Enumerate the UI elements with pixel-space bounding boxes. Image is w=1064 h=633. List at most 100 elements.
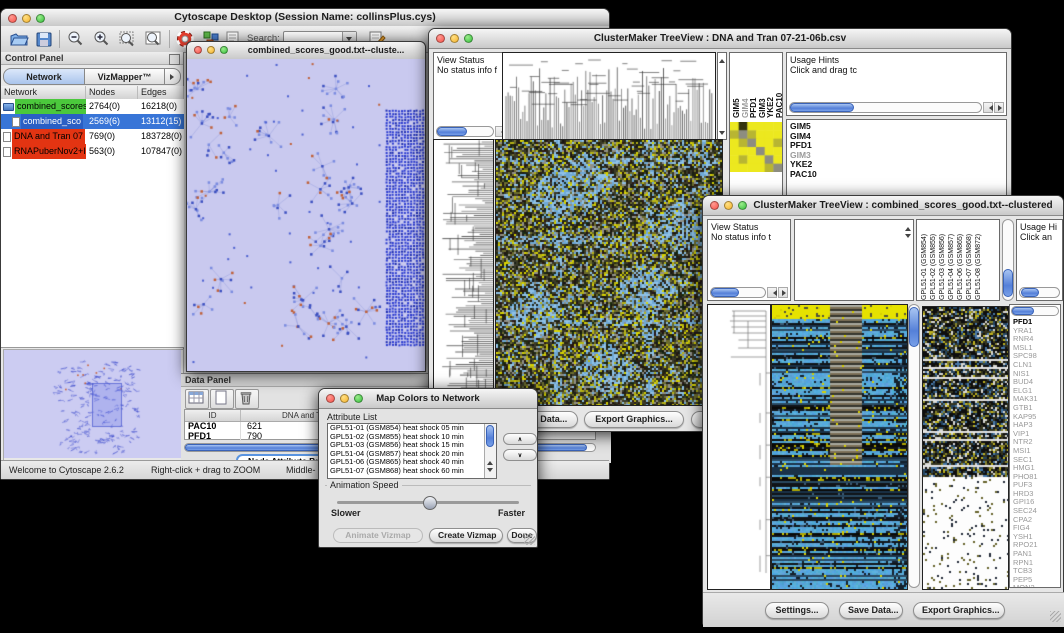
tab-vizmapper[interactable]: VizMapper™ bbox=[85, 68, 165, 85]
column-label[interactable]: YKE2 bbox=[766, 54, 775, 118]
main-heatmap[interactable] bbox=[771, 304, 908, 590]
treeview-button[interactable]: Save Data... bbox=[839, 602, 903, 619]
close-icon[interactable] bbox=[194, 46, 202, 54]
network-row[interactable]: RNAPuberNov2+I 563(0) 107847(0) bbox=[1, 144, 184, 159]
network-overview-canvas[interactable] bbox=[4, 350, 181, 458]
heatmap-vscrollbar[interactable] bbox=[908, 304, 920, 588]
scroll-down-icon[interactable] bbox=[719, 131, 725, 138]
zoom-window-icon[interactable] bbox=[354, 394, 363, 403]
column-dendrogram-area[interactable] bbox=[794, 219, 914, 301]
dendrogram-scroll-strip[interactable] bbox=[717, 52, 727, 140]
save-icon[interactable] bbox=[34, 29, 54, 49]
column-label[interactable]: GIM3 bbox=[758, 54, 767, 118]
column-network[interactable]: Network bbox=[1, 86, 86, 99]
usage-hints-scrollbar[interactable] bbox=[789, 102, 1004, 113]
tab-network[interactable]: Network bbox=[3, 68, 85, 85]
row-dendrogram[interactable] bbox=[433, 139, 494, 406]
column-label[interactable]: GPL51-07 (GSM868) bbox=[965, 220, 974, 300]
create-vizmap-button[interactable]: Create Vizmap bbox=[429, 528, 503, 543]
zoom-window-icon[interactable] bbox=[464, 34, 473, 43]
close-icon[interactable] bbox=[710, 201, 719, 210]
scroll-thumb[interactable] bbox=[711, 288, 739, 297]
column-label[interactable]: GPL51-02 (GSM855) bbox=[929, 220, 938, 300]
usage-hints-scrollbar[interactable] bbox=[1019, 287, 1060, 298]
resize-grip[interactable] bbox=[524, 534, 535, 545]
zoom-out-icon[interactable] bbox=[65, 29, 85, 49]
move-up-button[interactable]: ∧ bbox=[503, 433, 537, 445]
network-view-titlebar[interactable]: combined_scores_good.txt--cluste... bbox=[187, 42, 425, 60]
network-row[interactable]: combined_scores 2764(0) 16218(0) bbox=[1, 99, 184, 114]
row-label[interactable]: GIM5 bbox=[790, 122, 1006, 132]
attribute-select-button[interactable] bbox=[185, 389, 209, 409]
treeview-button[interactable]: Export Graphics... bbox=[584, 411, 684, 428]
new-attribute-button[interactable] bbox=[210, 389, 234, 409]
column-label[interactable]: PFD1 bbox=[749, 54, 758, 118]
row-label[interactable]: GIM4 bbox=[790, 132, 1006, 142]
scroll-up-icon[interactable] bbox=[487, 458, 493, 465]
row-label[interactable]: PFD1 bbox=[790, 141, 1006, 151]
zoom-window-icon[interactable] bbox=[738, 201, 747, 210]
main-titlebar[interactable]: Cytoscape Desktop (Session Name: collins… bbox=[1, 9, 609, 27]
scroll-thumb[interactable] bbox=[486, 425, 494, 447]
network-overview[interactable] bbox=[3, 349, 184, 461]
scroll-right-button[interactable] bbox=[994, 102, 1004, 113]
zoom-window-icon[interactable] bbox=[36, 14, 45, 23]
global-heatmap[interactable] bbox=[922, 306, 1009, 590]
scroll-thumb[interactable] bbox=[437, 127, 467, 136]
column-label[interactable]: GIM5 bbox=[732, 54, 741, 118]
view-status-scrollbar[interactable] bbox=[710, 287, 788, 298]
scroll-up-icon[interactable] bbox=[905, 224, 911, 231]
network-canvas[interactable] bbox=[187, 59, 425, 371]
move-down-button[interactable]: ∨ bbox=[503, 449, 537, 461]
scroll-thumb[interactable] bbox=[790, 103, 854, 112]
scroll-up-icon[interactable] bbox=[719, 56, 725, 63]
minimize-icon[interactable] bbox=[207, 46, 215, 54]
open-file-icon[interactable] bbox=[9, 29, 29, 49]
minimize-icon[interactable] bbox=[22, 14, 31, 23]
summary-heatmap[interactable] bbox=[730, 122, 782, 172]
tab-overflow-button[interactable] bbox=[165, 68, 181, 85]
row-dendrogram[interactable] bbox=[707, 304, 771, 590]
row-label[interactable]: YKE2 bbox=[790, 160, 1006, 170]
zoom-window-icon[interactable] bbox=[220, 46, 228, 54]
treeview1-titlebar[interactable]: ClusterMaker TreeView : DNA and Tran 07-… bbox=[429, 29, 1011, 49]
scroll-thumb[interactable] bbox=[1012, 307, 1034, 315]
main-heatmap[interactable] bbox=[495, 139, 723, 406]
dialog-titlebar[interactable]: Map Colors to Network bbox=[319, 389, 537, 409]
slider-thumb[interactable] bbox=[423, 496, 437, 510]
network-row[interactable]: combined_sco 2569(6) 13112(15) bbox=[1, 114, 184, 129]
zoom-selected-icon[interactable] bbox=[117, 29, 137, 49]
scroll-thumb[interactable] bbox=[909, 307, 919, 347]
network-row[interactable]: DNA and Tran 07 769(0) 183728(0) bbox=[1, 129, 184, 144]
resize-grip[interactable] bbox=[1050, 611, 1061, 622]
scroll-left-button[interactable] bbox=[983, 102, 993, 113]
minimize-icon[interactable] bbox=[724, 201, 733, 210]
animation-speed-slider[interactable] bbox=[337, 501, 519, 504]
scroll-left-button[interactable] bbox=[767, 287, 777, 298]
column-edges[interactable]: Edges bbox=[138, 86, 184, 99]
scroll-thumb[interactable] bbox=[1003, 269, 1013, 297]
column-nodes[interactable]: Nodes bbox=[86, 86, 138, 99]
float-panel-icon[interactable] bbox=[169, 54, 180, 65]
treeview-button[interactable]: Export Graphics... bbox=[913, 602, 1005, 619]
column-label[interactable]: GPL51-06 (GSM865) bbox=[956, 220, 965, 300]
column-label[interactable]: PAC10 bbox=[775, 54, 784, 118]
treeview2-titlebar[interactable]: ClusterMaker TreeView : combined_scores_… bbox=[703, 196, 1063, 216]
column-id[interactable]: ID bbox=[185, 410, 241, 421]
row-label[interactable]: GIM3 bbox=[790, 151, 1006, 161]
scroll-down-icon[interactable] bbox=[905, 234, 911, 241]
treeview-button[interactable]: Settings... bbox=[765, 602, 829, 619]
animate-vizmap-button[interactable]: Animate Vizmap bbox=[333, 528, 423, 543]
row-label[interactable]: PAC10 bbox=[790, 170, 1006, 180]
delete-attribute-trash-icon[interactable] bbox=[235, 389, 259, 409]
scroll-thumb[interactable] bbox=[1021, 288, 1039, 297]
minimize-icon[interactable] bbox=[450, 34, 459, 43]
gene-list-scrollbar[interactable] bbox=[1011, 306, 1059, 316]
close-icon[interactable] bbox=[436, 34, 445, 43]
scroll-down-icon[interactable] bbox=[487, 468, 493, 475]
close-icon[interactable] bbox=[8, 14, 17, 23]
gene-label[interactable]: MON2 bbox=[1013, 584, 1060, 588]
zoom-fit-icon[interactable] bbox=[143, 29, 163, 49]
column-label[interactable]: GPL51-03 (GSM856) bbox=[938, 220, 947, 300]
attribute-item[interactable]: GPL51-07 (GSM868) heat shock 60 min bbox=[328, 467, 485, 476]
